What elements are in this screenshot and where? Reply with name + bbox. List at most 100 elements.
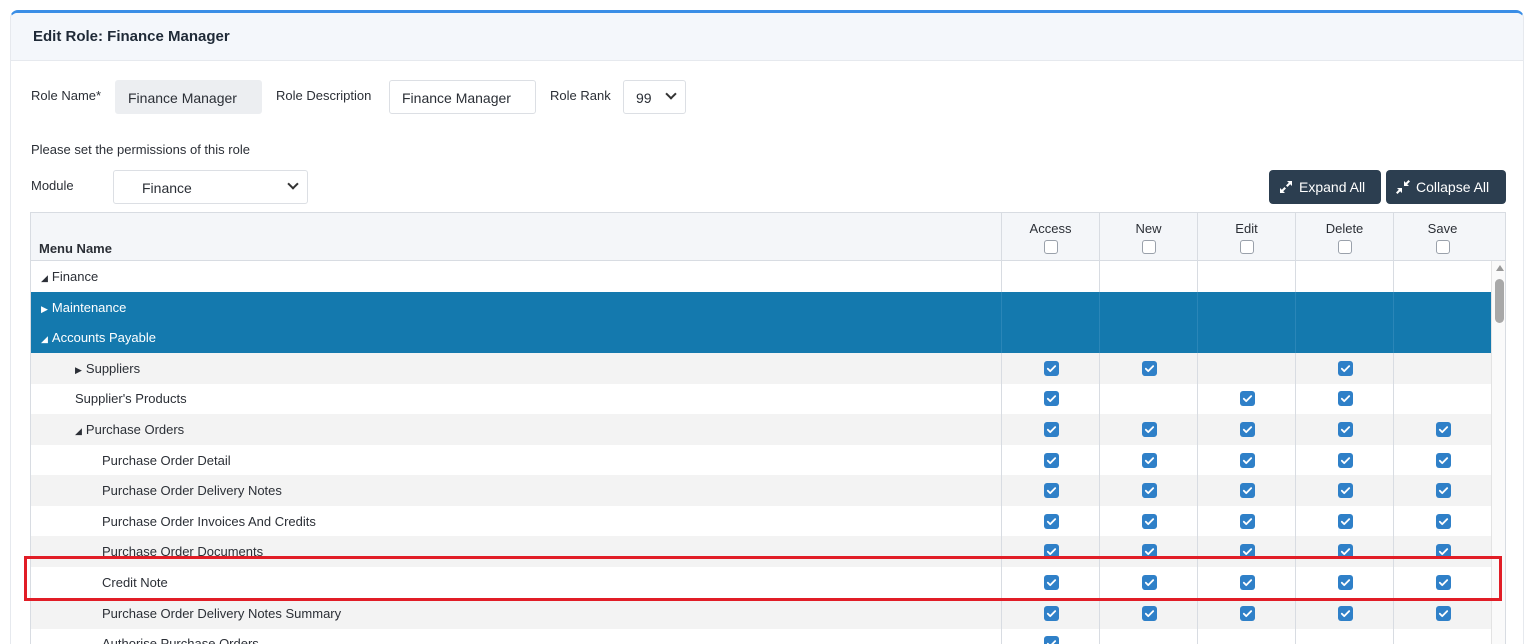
- checkbox-access[interactable]: [1044, 391, 1059, 407]
- menu-name-cell: ▶ Suppliers: [75, 361, 140, 376]
- check-icon: [1340, 426, 1351, 434]
- checkbox-access[interactable]: [1044, 360, 1059, 376]
- select-all-new-checkbox[interactable]: [1141, 240, 1156, 254]
- checkbox-access[interactable]: [1044, 513, 1059, 529]
- select-all-edit-checkbox[interactable]: [1239, 240, 1254, 254]
- permission-cell-new: [1099, 261, 1197, 292]
- checkbox-delete[interactable]: [1338, 605, 1353, 621]
- checkbox-new[interactable]: [1142, 513, 1157, 529]
- role-name-field[interactable]: Finance Manager: [115, 80, 262, 114]
- checkbox-save[interactable]: [1436, 422, 1451, 437]
- check-icon: [1438, 517, 1449, 525]
- collapse-arrows-icon: [1396, 180, 1410, 194]
- table-row[interactable]: ◢ Finance: [31, 261, 1491, 292]
- menu-name-cell: Purchase Order Delivery Notes: [102, 483, 282, 498]
- check-icon: [1144, 487, 1155, 495]
- expand-triangle-icon[interactable]: ▶: [41, 304, 48, 314]
- check-icon: [1340, 364, 1351, 372]
- table-row[interactable]: Purchase Order Delivery Notes Summary: [31, 597, 1491, 629]
- collapse-triangle-icon[interactable]: ◢: [75, 426, 82, 436]
- checkbox-delete[interactable]: [1338, 391, 1353, 407]
- permission-cell-new: [1099, 597, 1197, 629]
- scroll-thumb[interactable]: [1495, 279, 1504, 323]
- table-row[interactable]: ▶ Suppliers: [31, 352, 1491, 384]
- menu-name-cell: Purchase Order Detail: [102, 453, 231, 468]
- permission-cell-edit: [1197, 414, 1295, 445]
- permission-cell-access: [1001, 261, 1099, 292]
- table-row[interactable]: Purchase Order Detail: [31, 444, 1491, 476]
- permission-cell-new: [1099, 444, 1197, 476]
- checkbox-access[interactable]: [1044, 483, 1059, 499]
- checkbox-delete[interactable]: [1338, 360, 1353, 376]
- checkbox-save[interactable]: [1436, 513, 1451, 529]
- checkbox-delete[interactable]: [1338, 422, 1353, 437]
- checkbox-edit[interactable]: [1240, 513, 1255, 529]
- checkbox-access[interactable]: [1044, 605, 1059, 621]
- checkbox-edit[interactable]: [1240, 391, 1255, 407]
- check-icon: [1144, 426, 1155, 434]
- permission-cell-access: [1001, 352, 1099, 384]
- table-row[interactable]: Authorise Purchase Orders: [31, 628, 1491, 644]
- collapse-triangle-icon[interactable]: ◢: [41, 273, 48, 283]
- expand-triangle-icon[interactable]: ▶: [75, 365, 82, 375]
- permission-cell-edit: [1197, 322, 1295, 354]
- checkbox-new[interactable]: [1142, 483, 1157, 499]
- check-icon: [1046, 426, 1057, 434]
- checkbox-save[interactable]: [1436, 452, 1451, 468]
- checkbox-edit[interactable]: [1240, 422, 1255, 437]
- permission-cell-delete: [1295, 383, 1393, 415]
- scroll-up-arrow-icon[interactable]: [1496, 265, 1504, 271]
- collapse-all-button[interactable]: Collapse All: [1386, 170, 1506, 204]
- checkbox-save[interactable]: [1436, 483, 1451, 499]
- role-rank-label: Role Rank: [550, 88, 611, 103]
- menu-name-cell: ▶ Maintenance: [41, 300, 126, 315]
- checkbox-access[interactable]: [1044, 422, 1059, 437]
- checkbox-save[interactable]: [1436, 605, 1451, 621]
- checkbox-edit[interactable]: [1240, 452, 1255, 468]
- role-description-field[interactable]: Finance Manager: [389, 80, 536, 114]
- checkbox-new[interactable]: [1142, 605, 1157, 621]
- checkbox-new[interactable]: [1142, 452, 1157, 468]
- expand-arrows-icon: [1280, 181, 1292, 193]
- checkbox-new[interactable]: [1142, 360, 1157, 376]
- table-row[interactable]: ▶ Maintenance: [31, 291, 1491, 323]
- select-all-save-checkbox[interactable]: [1435, 240, 1450, 254]
- checkbox-new[interactable]: [1142, 422, 1157, 437]
- check-icon: [1438, 487, 1449, 495]
- permissions-instructions: Please set the permissions of this role: [31, 142, 250, 157]
- permission-cell-delete: [1295, 597, 1393, 629]
- collapse-triangle-icon[interactable]: ◢: [41, 334, 48, 344]
- permission-cell-new: [1099, 628, 1197, 644]
- check-icon: [1046, 487, 1057, 495]
- module-select[interactable]: Finance: [113, 170, 308, 204]
- permission-cell-edit: [1197, 475, 1295, 507]
- checkbox-access[interactable]: [1044, 452, 1059, 468]
- permission-cell-access: [1001, 475, 1099, 507]
- role-rank-select[interactable]: 99: [623, 80, 686, 114]
- menu-name-label: Suppliers: [85, 360, 141, 376]
- check-icon: [1438, 609, 1449, 617]
- permission-cell-save: [1393, 322, 1491, 354]
- select-all-delete-checkbox[interactable]: [1337, 240, 1352, 254]
- permission-cell-new: [1099, 475, 1197, 507]
- checkbox-access[interactable]: [1044, 636, 1059, 644]
- checkbox-edit[interactable]: [1240, 605, 1255, 621]
- expand-all-button[interactable]: Expand All: [1269, 170, 1381, 204]
- table-row[interactable]: ◢ Accounts Payable: [31, 322, 1491, 354]
- permission-cell-access: [1001, 291, 1099, 323]
- checkbox-delete[interactable]: [1338, 483, 1353, 499]
- check-icon: [1438, 456, 1449, 464]
- role-name-label: Role Name*: [31, 88, 102, 103]
- permission-cell-edit: [1197, 628, 1295, 644]
- table-row[interactable]: Supplier's Products: [31, 383, 1491, 415]
- table-row[interactable]: ◢ Purchase Orders: [31, 414, 1491, 445]
- checkbox-delete[interactable]: [1338, 513, 1353, 529]
- checkbox-delete[interactable]: [1338, 452, 1353, 468]
- check-icon: [1046, 517, 1057, 525]
- table-row[interactable]: Purchase Order Invoices And Credits: [31, 505, 1491, 537]
- checkbox-edit[interactable]: [1240, 483, 1255, 499]
- check-icon: [1242, 456, 1253, 464]
- permission-cell-save: [1393, 444, 1491, 476]
- table-row[interactable]: Purchase Order Delivery Notes: [31, 475, 1491, 507]
- select-all-access-checkbox[interactable]: [1043, 240, 1058, 254]
